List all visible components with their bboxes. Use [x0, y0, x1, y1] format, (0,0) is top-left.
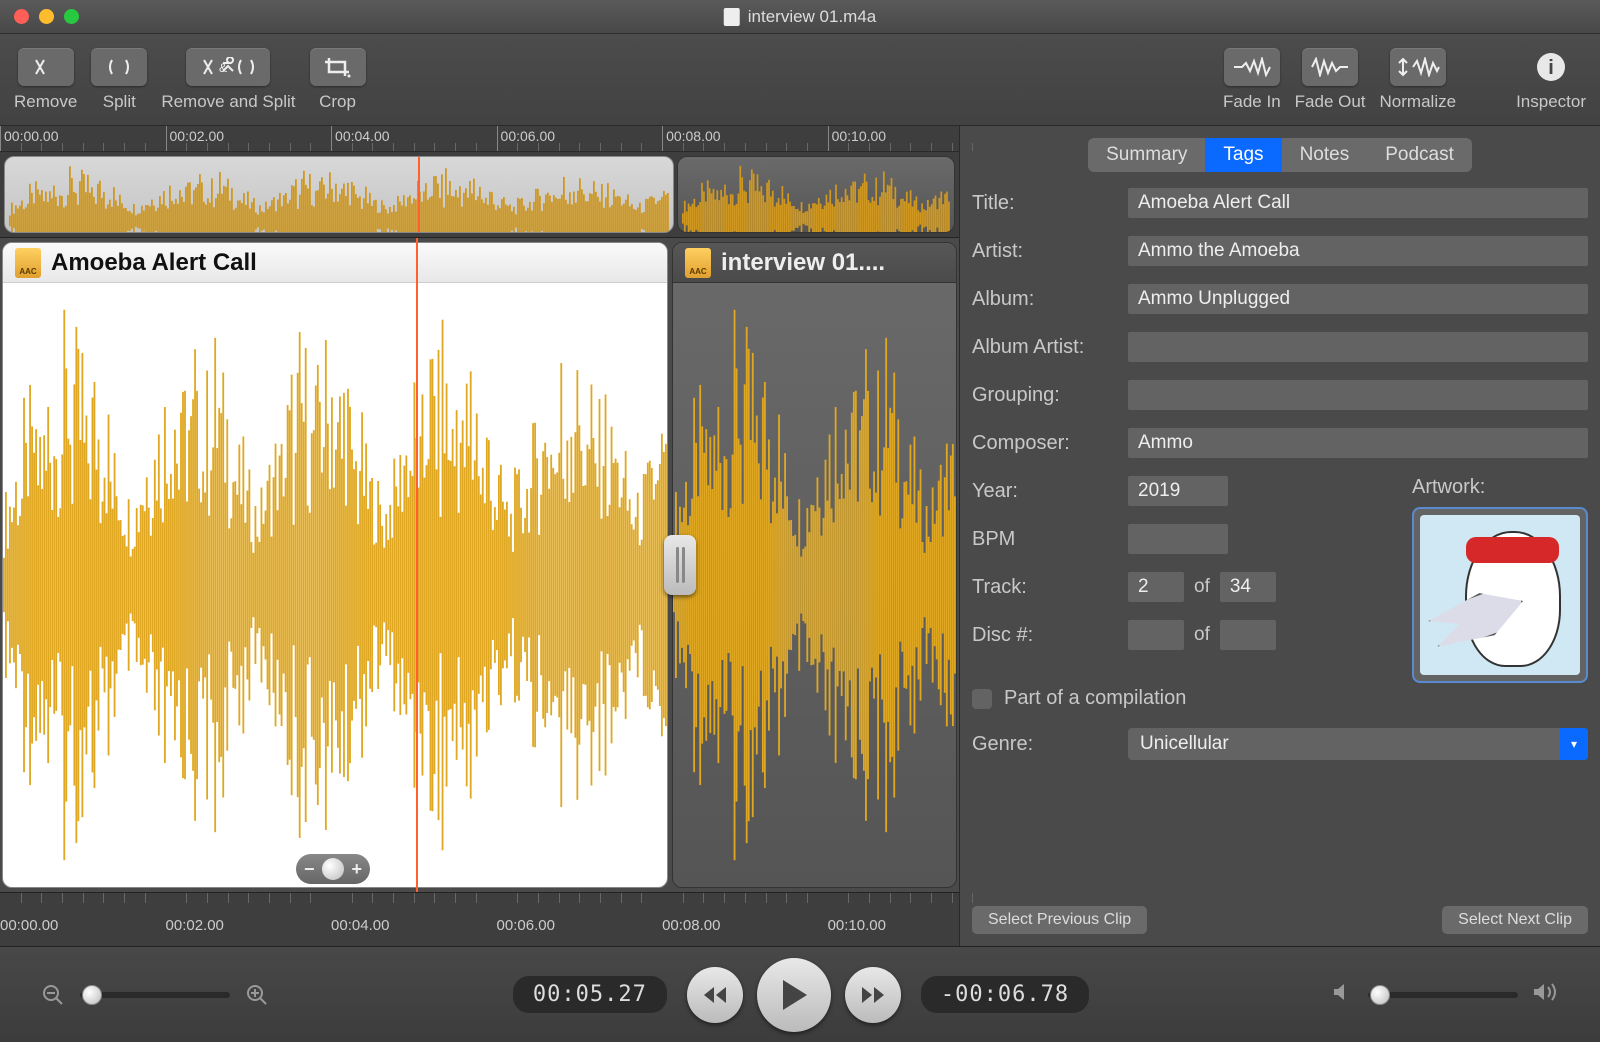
remove-button[interactable]: Remove [14, 48, 77, 112]
svg-text:i: i [1548, 57, 1554, 79]
zoom-window-button[interactable] [64, 9, 79, 24]
track-area[interactable]: AAC Amoeba Alert Call AAC interview 01..… [0, 238, 959, 892]
compilation-checkbox[interactable] [972, 689, 992, 709]
clip-a[interactable]: AAC Amoeba Alert Call [2, 242, 668, 888]
disc-label: Disc #: [972, 624, 1128, 647]
window-title: interview 01.m4a [748, 7, 877, 27]
main-toolbar: Remove Split & Remove and Split Crop Fad… [0, 34, 1600, 126]
composer-field[interactable] [1128, 428, 1588, 458]
aac-format-icon: AAC [685, 248, 711, 278]
artist-label: Artist: [972, 240, 1128, 263]
year-label: Year: [972, 480, 1128, 503]
album-artist-label: Album Artist: [972, 336, 1128, 359]
remaining-time-display[interactable]: -00:06.78 [921, 976, 1089, 1013]
waveform-zoom-control[interactable]: −+ [296, 854, 370, 884]
timeline-ruler-top[interactable]: 00:00.0000:02.0000:04.0000:06.0000:08.00… [0, 126, 959, 152]
select-next-clip-button[interactable]: Select Next Clip [1442, 906, 1588, 934]
clip-b[interactable]: AAC interview 01.... [672, 242, 957, 888]
playhead[interactable] [416, 238, 418, 892]
rewind-button[interactable] [687, 967, 743, 1023]
clip-title: interview 01.... [721, 249, 885, 277]
bpm-label: BPM [972, 528, 1128, 551]
minimize-window-button[interactable] [39, 9, 54, 24]
play-button[interactable] [757, 958, 831, 1032]
waveform-editor: 00:00.0000:02.0000:04.0000:06.0000:08.00… [0, 126, 960, 946]
clip-split-handle[interactable] [664, 535, 696, 595]
inspector-button[interactable]: i Inspector [1516, 48, 1586, 112]
tab-summary[interactable]: Summary [1088, 138, 1205, 172]
volume-slider[interactable] [1368, 992, 1518, 998]
remove-and-split-button[interactable]: & Remove and Split [161, 48, 295, 112]
window-titlebar: interview 01.m4a [0, 0, 1600, 34]
year-field[interactable] [1128, 476, 1228, 506]
grouping-field[interactable] [1128, 380, 1588, 410]
timeline-ruler-bottom[interactable]: 00:00.0000:02.0000:04.0000:06.0000:08.00… [0, 892, 959, 946]
track-number-field[interactable] [1128, 572, 1184, 602]
title-field[interactable] [1128, 188, 1588, 218]
chevron-down-icon: ▾ [1560, 728, 1588, 760]
album-label: Album: [972, 288, 1128, 311]
overview-waveform[interactable] [0, 152, 959, 238]
album-field[interactable] [1128, 284, 1588, 314]
bpm-field[interactable] [1128, 524, 1228, 554]
grouping-label: Grouping: [972, 384, 1128, 407]
normalize-button[interactable]: Normalize [1380, 48, 1457, 112]
fade-out-button[interactable]: Fade Out [1295, 48, 1366, 112]
composer-label: Composer: [972, 432, 1128, 455]
genre-label: Genre: [972, 733, 1128, 756]
volume-low-icon [1332, 982, 1354, 1007]
zoom-out-icon[interactable] [40, 982, 66, 1008]
artwork-well[interactable] [1412, 507, 1588, 683]
compilation-label: Part of a compilation [1004, 687, 1186, 710]
title-label: Title: [972, 192, 1128, 215]
zoom-slider[interactable] [80, 992, 230, 998]
track-total-field[interactable] [1220, 572, 1276, 602]
album-artist-field[interactable] [1128, 332, 1588, 362]
current-time-display[interactable]: 00:05.27 [513, 976, 667, 1013]
clip-title: Amoeba Alert Call [51, 249, 257, 277]
genre-select[interactable]: Unicellular▾ [1128, 728, 1588, 760]
aac-format-icon: AAC [15, 248, 41, 278]
split-button[interactable]: Split [91, 48, 147, 112]
crop-button[interactable]: Crop [310, 48, 366, 112]
tab-tags[interactable]: Tags [1205, 138, 1281, 172]
track-label: Track: [972, 576, 1128, 599]
disc-total-field[interactable] [1220, 620, 1276, 650]
tab-notes[interactable]: Notes [1282, 138, 1368, 172]
fade-in-button[interactable]: Fade In [1223, 48, 1281, 112]
zoom-in-icon[interactable] [244, 982, 270, 1008]
artist-field[interactable] [1128, 236, 1588, 266]
transport-bar: 00:05.27 -00:06.78 [0, 946, 1600, 1042]
artwork-image [1420, 515, 1580, 675]
inspector-panel: Summary Tags Notes Podcast Title: Artist… [960, 126, 1600, 946]
volume-high-icon [1532, 981, 1560, 1008]
tab-podcast[interactable]: Podcast [1367, 138, 1472, 172]
document-icon [724, 8, 740, 26]
close-window-button[interactable] [14, 9, 29, 24]
select-previous-clip-button[interactable]: Select Previous Clip [972, 906, 1147, 934]
forward-button[interactable] [845, 967, 901, 1023]
disc-number-field[interactable] [1128, 620, 1184, 650]
inspector-tabs: Summary Tags Notes Podcast [1088, 138, 1472, 172]
svg-text:&: & [219, 61, 227, 75]
artwork-label: Artwork: [1412, 476, 1485, 499]
